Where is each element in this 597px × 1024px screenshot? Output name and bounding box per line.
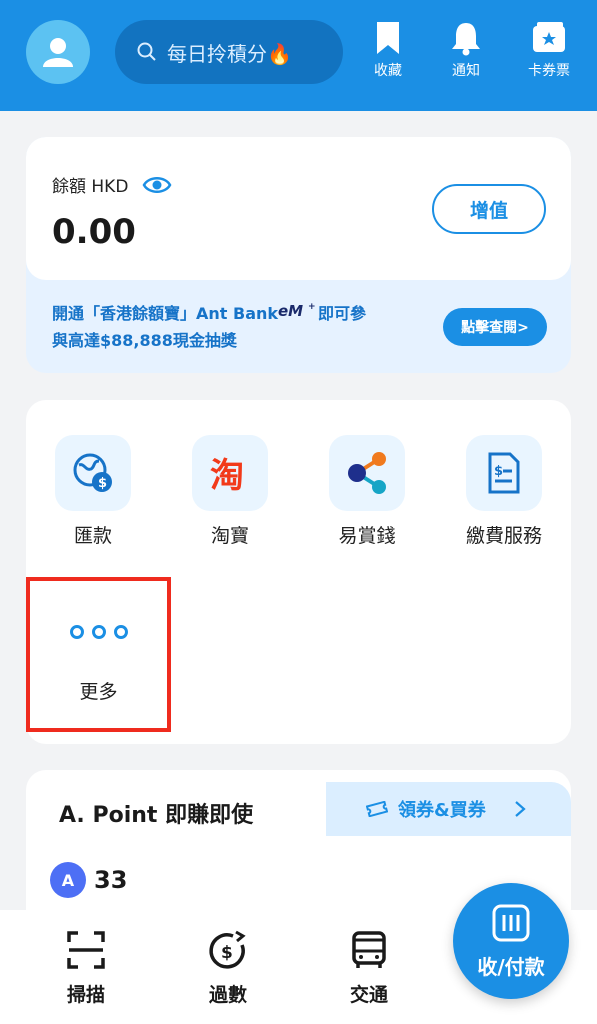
search-icon [137, 42, 156, 61]
promo-view-button[interactable]: 點擊查閱> [443, 308, 547, 346]
ticket-icon [533, 22, 565, 52]
favorites-label: 收藏 [374, 63, 402, 79]
share-icon [348, 452, 386, 494]
service-bill-payment[interactable]: $ 繳費服務 [454, 435, 554, 548]
chevron-right-icon [514, 801, 526, 817]
nav-scan[interactable]: 掃描 [41, 930, 131, 1007]
svg-text:eM: eM [278, 302, 303, 319]
eye-icon[interactable] [142, 175, 172, 195]
bus-icon [352, 931, 386, 968]
favorites-button[interactable]: 收藏 [358, 20, 418, 90]
bell-icon [452, 23, 480, 56]
notifications-button[interactable]: 通知 [436, 20, 496, 90]
points-value: 33 [94, 866, 128, 894]
search-placeholder: 每日拎積分🔥 [167, 41, 292, 66]
service-taobao[interactable]: 淘 淘寶 [180, 435, 280, 548]
search-bar[interactable]: 每日拎積分🔥 [115, 20, 343, 84]
service-icon-bg: 淘 [192, 435, 268, 511]
transfer-icon: $ [209, 930, 246, 969]
service-yidollar[interactable]: 易賞錢 [317, 435, 417, 548]
bookmark-icon [377, 22, 399, 54]
notifications-label: 通知 [452, 63, 480, 79]
balance-card: 餘額 HKD 0.00 增值 開通「香港餘額寶」Ant Bank eM + 即可參 與… [26, 137, 571, 373]
promo-line1: 開通「香港餘額寶」Ant Bank [52, 304, 279, 323]
service-icon-bg: $ [466, 435, 542, 511]
svg-text:$: $ [494, 464, 503, 479]
more-services-button[interactable]: 更多 [26, 577, 171, 732]
service-label: 繳費服務 [465, 525, 542, 547]
nav-label: 掃描 [66, 984, 105, 1006]
balance-value: 0.00 [52, 212, 136, 252]
topup-button[interactable]: 增值 [432, 184, 546, 234]
service-label: 淘寶 [210, 525, 249, 547]
apoint-badge-icon: A [50, 862, 86, 898]
bill-icon: $ [488, 452, 520, 494]
nav-label: 交通 [349, 984, 388, 1006]
avatar[interactable] [26, 20, 90, 84]
nav-label: 過數 [208, 984, 247, 1006]
points-balance: A 33 [50, 862, 127, 898]
services-card: $ 匯款 淘 淘寶 易賞錢 $ 繳費服務 更多 [26, 400, 571, 744]
coupon-link[interactable]: 領券&買券 [326, 782, 571, 836]
tickets-label: 卡券票 [528, 63, 570, 79]
service-icon-bg [329, 435, 405, 511]
balance-label: 餘額 HKD [52, 177, 129, 197]
service-label: 易賞錢 [338, 525, 396, 547]
coupon-icon [366, 801, 388, 817]
remittance-icon: $ [73, 453, 112, 492]
service-label: 匯款 [73, 525, 112, 547]
service-remittance[interactable]: $ 匯款 [43, 435, 143, 548]
taobao-icon: 淘 [210, 456, 244, 495]
points-title: A. Point 即賺即使 [59, 803, 254, 828]
coupon-label: 領券&買券 [398, 800, 486, 821]
svg-text:淘: 淘 [210, 456, 244, 495]
promo-banner-text[interactable]: 開通「香港餘額寶」Ant Bank eM + 即可參 與高達$88,888現金抽獎 [52, 300, 432, 354]
balance-panel: 餘額 HKD 0.00 增值 [26, 137, 571, 280]
service-icon-bg: $ [55, 435, 131, 511]
nav-transport[interactable]: 交通 [324, 930, 414, 1007]
tickets-button[interactable]: 卡券票 [519, 20, 579, 90]
user-icon [43, 38, 73, 67]
scan-icon [67, 931, 105, 969]
promo-line2: 與高達$88,888現金抽獎 [52, 331, 237, 350]
svg-text:$: $ [221, 943, 233, 963]
pay-receive-button[interactable]: 收/付款 [453, 883, 569, 999]
balance-label-row: 餘額 HKD [52, 172, 172, 197]
svg-text:$: $ [98, 476, 107, 491]
nav-transfer[interactable]: $ 過數 [183, 930, 273, 1007]
more-label: 更多 [79, 681, 118, 703]
barcode-icon [492, 904, 530, 941]
svg-text:+: + [308, 302, 316, 312]
pay-label: 收/付款 [477, 954, 545, 979]
more-icon [70, 625, 128, 639]
promo-line1-tail: 即可參 [318, 304, 367, 323]
top-header: 每日拎積分🔥 收藏 通知 卡券票 [0, 0, 597, 111]
m-logo-icon: eM + [278, 302, 316, 320]
